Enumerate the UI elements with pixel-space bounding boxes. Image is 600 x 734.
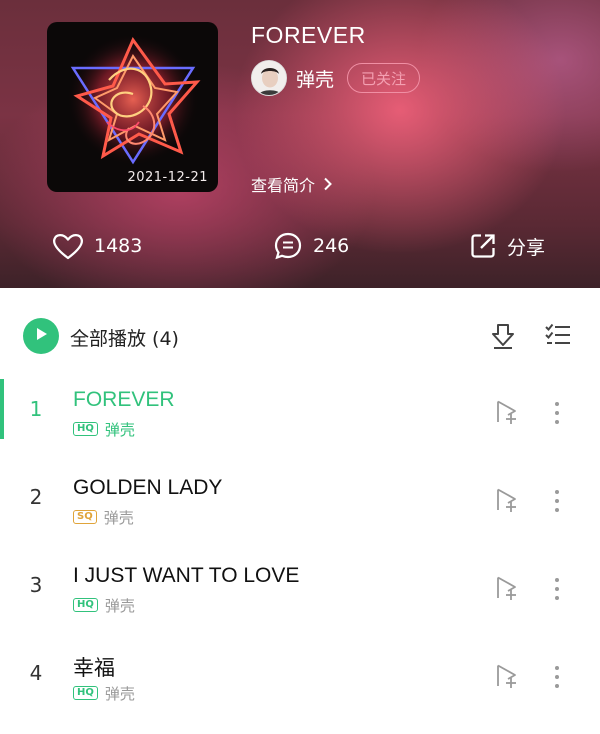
song-row[interactable]: 2 GOLDEN LADY SQ 弹壳 <box>0 467 600 555</box>
song-artist: 弹壳 <box>104 684 135 703</box>
play-icon <box>33 326 49 346</box>
quality-badge: HQ <box>73 598 98 612</box>
share-button[interactable]: 分享 <box>469 226 545 266</box>
song-row[interactable]: 1 FOREVER HQ 弹壳 <box>0 379 600 467</box>
song-meta: HQ 弹壳 <box>73 419 135 439</box>
song-title: FOREVER <box>73 388 175 411</box>
avatar-image <box>252 61 286 95</box>
song-artist: 弹壳 <box>103 508 134 527</box>
heart-icon <box>52 232 84 260</box>
comment-button[interactable]: 246 <box>273 226 349 266</box>
song-title: GOLDEN LADY <box>73 476 223 499</box>
artist-avatar[interactable] <box>251 60 287 96</box>
follow-button[interactable]: 已关注 <box>347 63 421 93</box>
song-index: 2 <box>29 485 43 509</box>
view-intro-link[interactable]: 查看简介 <box>251 172 333 196</box>
more-icon[interactable] <box>552 577 562 601</box>
more-icon[interactable] <box>552 489 562 513</box>
song-index: 1 <box>29 397 43 421</box>
add-to-playlist-icon[interactable] <box>494 663 520 689</box>
song-index: 4 <box>29 661 43 685</box>
quality-badge: SQ <box>73 510 97 524</box>
view-intro-label: 查看简介 <box>251 176 316 195</box>
now-playing-indicator <box>0 379 4 439</box>
comment-icon <box>273 231 303 261</box>
play-all-button[interactable] <box>23 318 59 354</box>
play-all-label[interactable]: 全部播放 (4) <box>70 324 179 351</box>
like-count: 1483 <box>94 235 143 257</box>
share-icon <box>469 232 497 260</box>
album-release-date: 2021-12-21 <box>127 170 208 185</box>
song-meta: HQ 弹壳 <box>73 683 135 703</box>
like-button[interactable]: 1483 <box>52 226 142 266</box>
album-title: FOREVER <box>251 22 366 48</box>
multi-select-icon[interactable] <box>544 322 572 348</box>
song-meta: SQ 弹壳 <box>73 507 134 527</box>
artist-row: 弹壳 已关注 <box>251 59 421 97</box>
song-title: 幸福 <box>73 657 115 680</box>
chevron-right-icon <box>323 177 333 191</box>
song-meta: HQ 弹壳 <box>73 595 135 615</box>
stats-bar: 1483 246 分享 <box>0 226 600 266</box>
add-to-playlist-icon[interactable] <box>494 399 520 425</box>
more-icon[interactable] <box>552 401 562 425</box>
album-cover[interactable]: 2021-12-21 <box>47 22 218 192</box>
artist-name[interactable]: 弹壳 <box>296 65 334 92</box>
song-row[interactable]: 3 I JUST WANT TO LOVE HQ 弹壳 <box>0 555 600 643</box>
download-icon[interactable] <box>490 322 516 350</box>
song-row[interactable]: 4 幸福 HQ 弹壳 <box>0 643 600 731</box>
share-label: 分享 <box>507 236 546 259</box>
song-title: I JUST WANT TO LOVE <box>73 564 300 587</box>
album-art <box>67 36 201 168</box>
comment-count: 246 <box>313 235 350 257</box>
add-to-playlist-icon[interactable] <box>494 575 520 601</box>
more-icon[interactable] <box>552 665 562 689</box>
quality-badge: HQ <box>73 422 98 436</box>
song-artist: 弹壳 <box>104 420 135 439</box>
song-artist: 弹壳 <box>104 596 135 615</box>
album-header: 2021-12-21 FOREVER 弹壳 已关注 查看简介 1483 246 … <box>0 0 600 288</box>
song-index: 3 <box>29 573 43 597</box>
add-to-playlist-icon[interactable] <box>494 487 520 513</box>
song-list-header: 全部播放 (4) <box>0 310 600 362</box>
quality-badge: HQ <box>73 686 98 700</box>
